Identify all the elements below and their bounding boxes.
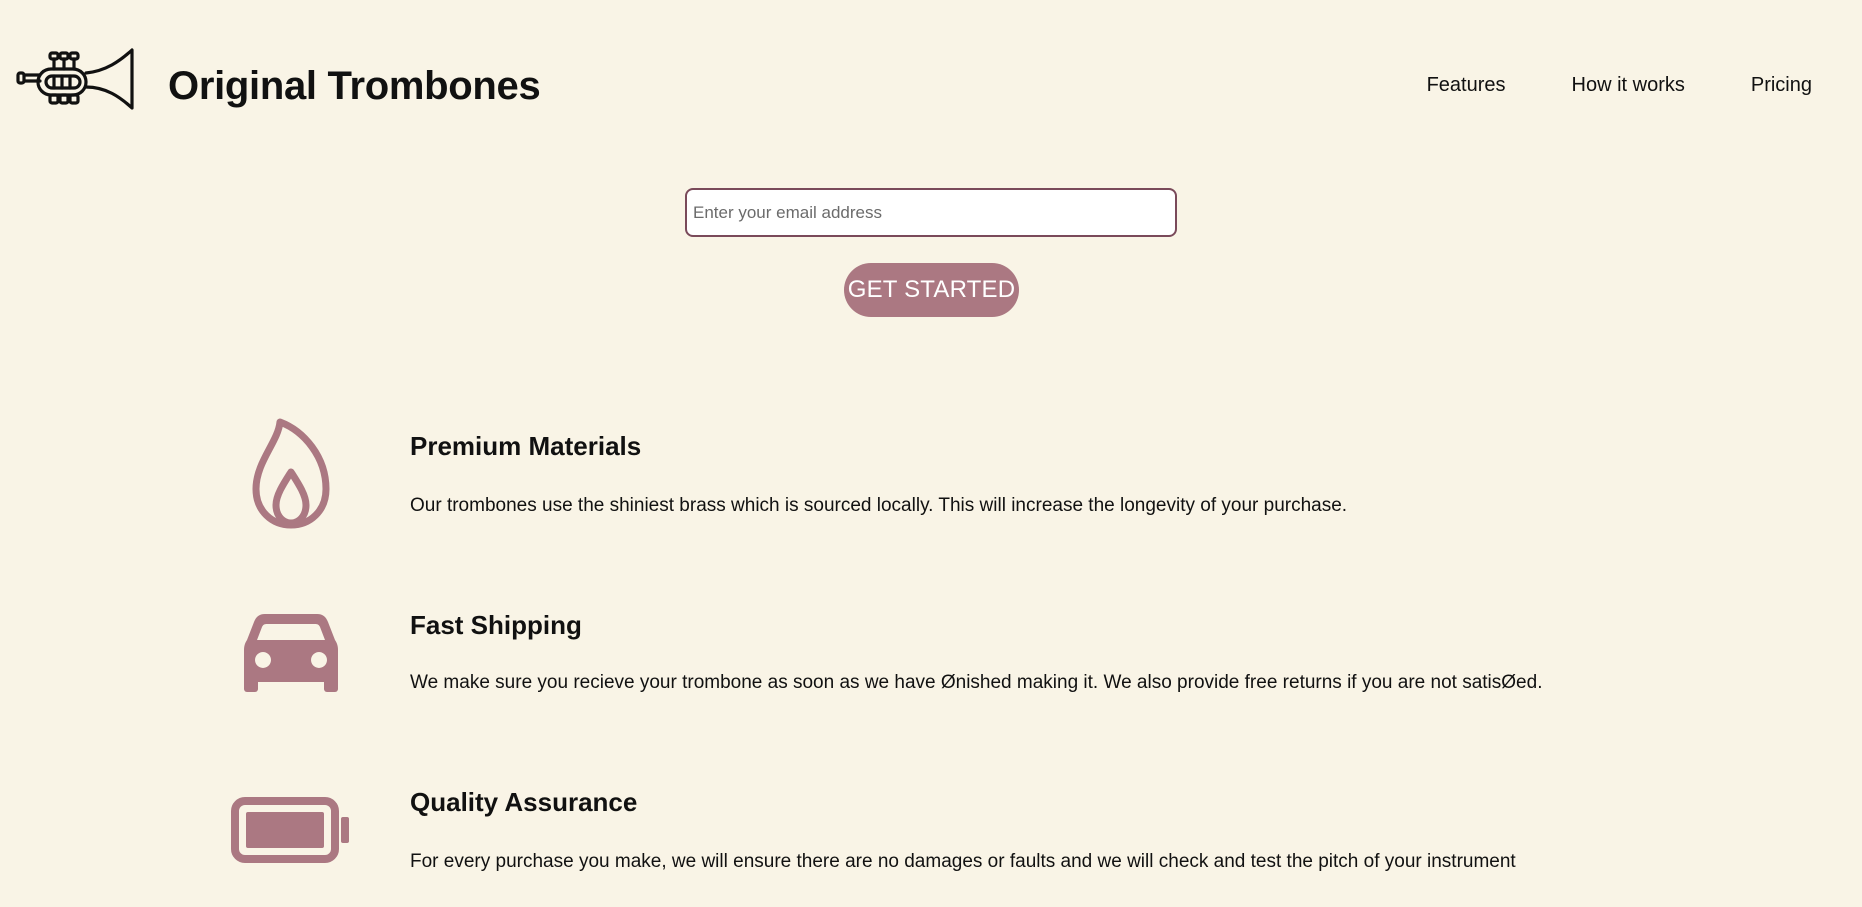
feature-title: Fast Shipping (410, 610, 582, 640)
battery-icon (231, 797, 349, 863)
email-input[interactable] (685, 188, 1177, 237)
feature-description: We make sure you recieve your trombone a… (410, 672, 1543, 693)
main-nav: Features How it works Pricing (1427, 72, 1812, 98)
feature-description: For every purchase you make, we will ens… (410, 851, 1516, 872)
fire-icon (252, 418, 330, 529)
car-icon (244, 614, 338, 692)
feature-quality-assurance: Quality Assurance For every purchase you… (0, 780, 1862, 890)
feature-title: Quality Assurance (410, 787, 638, 817)
site-title: Original Trombones (168, 64, 541, 108)
nav-link-pricing[interactable]: Pricing (1751, 72, 1812, 98)
trumpet-icon[interactable] (16, 47, 138, 123)
nav-link-features[interactable]: Features (1427, 72, 1506, 98)
nav-link-how-it-works[interactable]: How it works (1572, 72, 1685, 98)
feature-premium-materials: Premium Materials Our trombones use the … (0, 415, 1862, 535)
feature-description: Our trombones use the shiniest brass whi… (410, 495, 1348, 516)
feature-fast-shipping: Fast Shipping We make sure you recieve y… (0, 600, 1862, 710)
feature-title: Premium Materials (410, 431, 642, 461)
get-started-button[interactable]: GET STARTED (844, 263, 1019, 317)
